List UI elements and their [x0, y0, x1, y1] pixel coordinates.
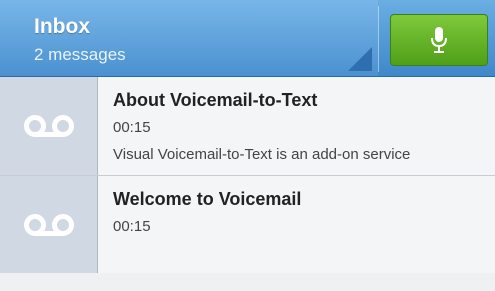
microphone-icon	[431, 27, 447, 53]
voicemail-icon	[23, 115, 74, 137]
dropdown-corner-icon	[348, 47, 372, 71]
header-divider	[378, 6, 379, 72]
inbox-selector[interactable]: Inbox 2 messages	[0, 0, 378, 76]
message-duration: 00:15	[113, 218, 151, 235]
voicemail-icon	[23, 213, 74, 236]
message-item[interactable]: About Voicemail-to-Text 00:15 Visual Voi…	[0, 77, 495, 176]
empty-list-area	[0, 273, 495, 291]
message-count: 2 messages	[34, 45, 126, 64]
voice-record-button[interactable]	[390, 14, 488, 66]
voicemail-icon-cell	[0, 77, 98, 175]
voicemail-icon-cell	[0, 176, 98, 273]
app-header: Inbox 2 messages	[0, 0, 495, 77]
message-duration: 00:15	[113, 119, 151, 136]
message-preview: Visual Voicemail-to-Text is an add-on se…	[113, 146, 411, 163]
message-title: About Voicemail-to-Text	[113, 90, 318, 110]
message-list: About Voicemail-to-Text 00:15 Visual Voi…	[0, 77, 495, 274]
inbox-title: Inbox	[34, 15, 90, 38]
message-item[interactable]: Welcome to Voicemail 00:15	[0, 176, 495, 274]
message-title: Welcome to Voicemail	[113, 189, 302, 209]
